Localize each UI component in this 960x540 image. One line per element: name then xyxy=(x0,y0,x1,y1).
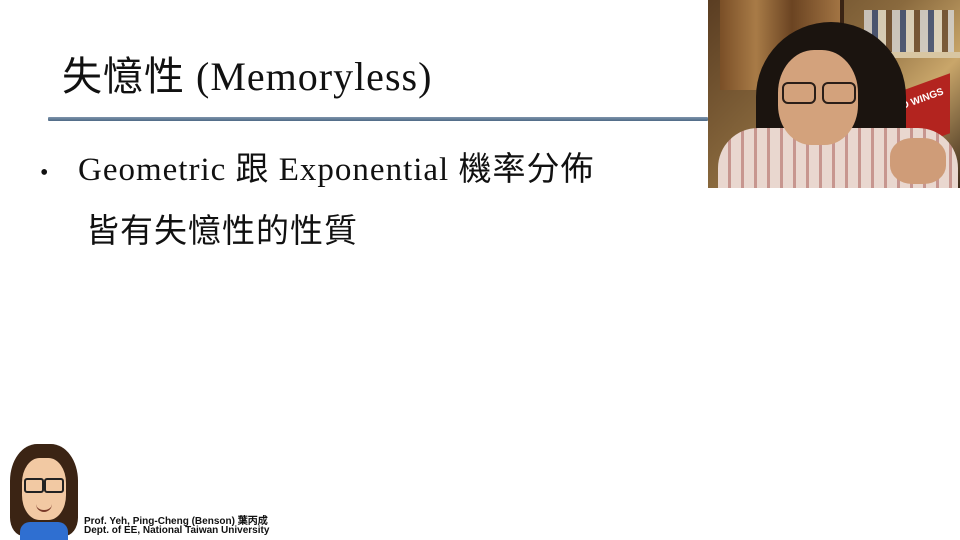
bullet-text-line2: 皆有失憶性的性質 xyxy=(86,214,358,250)
title-divider xyxy=(48,117,708,121)
webcam-overlay: DETROIT RED WINGS xyxy=(708,0,960,188)
bullet-text-line1: Geometric 跟 Exponential 機率分佈 xyxy=(78,152,595,188)
presenter-glasses xyxy=(782,82,856,104)
slide-title: 失憶性 (Memoryless) xyxy=(62,54,433,99)
presenter-hand xyxy=(890,138,946,184)
credit-affiliation: Dept. of EE, National Taiwan University xyxy=(84,525,270,536)
presenter-avatar xyxy=(6,444,82,540)
bullet-point-icon: • xyxy=(40,160,49,186)
